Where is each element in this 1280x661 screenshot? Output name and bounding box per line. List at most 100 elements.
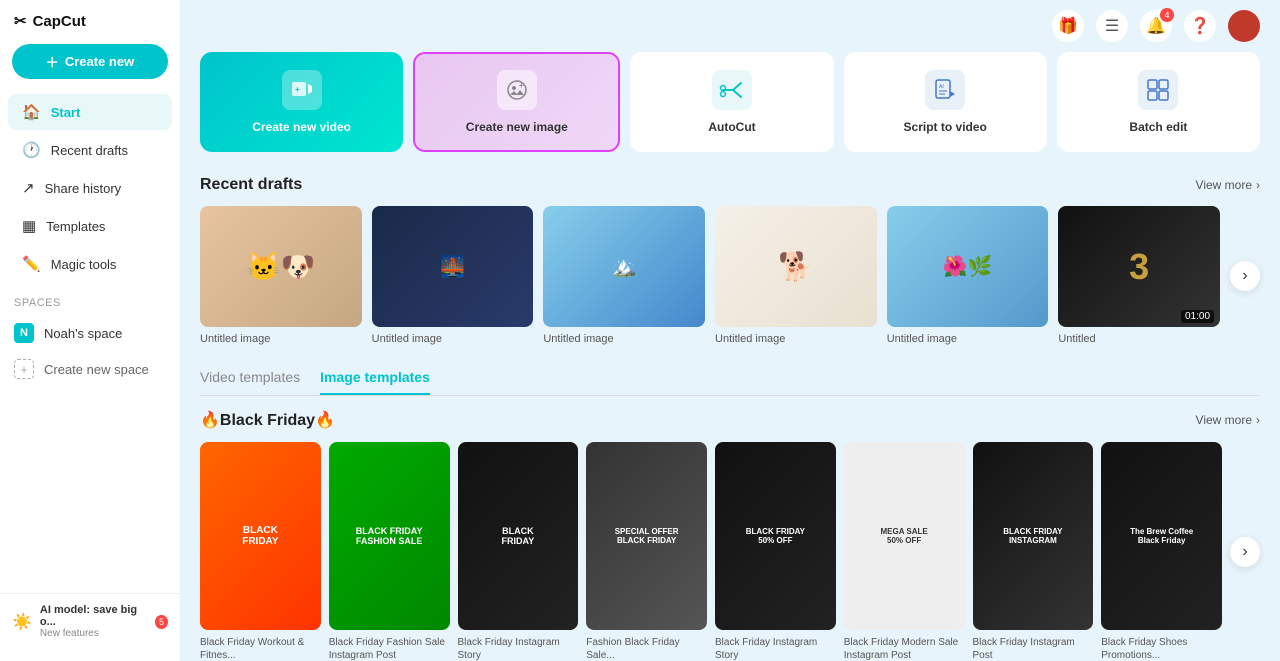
spaces-label: Spaces (0, 283, 180, 315)
create-new-button[interactable]: ＋ Create new (12, 44, 168, 79)
create-image-card[interactable]: + Create new image (413, 52, 620, 152)
template-card-1[interactable]: BLACKFRIDAY Black Friday Workout & Fitne… (200, 442, 321, 661)
templates-next-button[interactable]: › (1230, 537, 1260, 567)
autocut-card[interactable]: AutoCut (630, 52, 833, 152)
ai-banner-subtitle: New features (40, 628, 147, 639)
template-card-5[interactable]: BLACK FRIDAY50% OFF Black Friday Instagr… (715, 442, 836, 661)
template-thumb-6: MEGA SALE50% OFF (844, 442, 965, 630)
ai-banner-icon: ☀️ (12, 612, 32, 632)
template-thumb-3: BLACKFRIDAY (458, 442, 579, 630)
template-tabs: Video templates Image templates (200, 369, 1260, 396)
draft-label-5: Untitled image (887, 333, 1049, 345)
sidebar: ✂ CapCut ＋ Create new 🏠 Start 🕐 Recent d… (0, 0, 180, 661)
template-label-3: Black Friday Instagram Story (458, 636, 579, 661)
draft-card-6[interactable]: 3 01:00 Untitled (1058, 206, 1220, 345)
sidebar-item-templates[interactable]: ▦ Templates (8, 208, 172, 244)
batch-edit-label: Batch edit (1129, 120, 1187, 134)
template-label-8: Black Friday Shoes Promotions... (1101, 636, 1222, 661)
draft-label-1: Untitled image (200, 333, 362, 345)
script-to-video-card[interactable]: AI Script to video (844, 52, 1047, 152)
ai-banner-badge: 5 (155, 615, 168, 629)
recent-drafts-view-more[interactable]: View more › (1196, 178, 1260, 192)
recent-drafts-title: Recent drafts (200, 176, 302, 194)
tab-video-templates[interactable]: Video templates (200, 369, 300, 395)
draft-card-5[interactable]: 🌺🌿 Untitled image (887, 206, 1049, 345)
templates-view-more[interactable]: View more › (1196, 413, 1260, 427)
ai-banner-title: AI model: save big o... (40, 604, 147, 628)
batch-edit-card[interactable]: Batch edit (1057, 52, 1260, 152)
sidebar-item-magic-tools[interactable]: ✏️ Magic tools (8, 246, 172, 282)
gift-button[interactable]: 🎁 (1052, 10, 1084, 42)
templates-section-title: 🔥🔥Black Friday🔥Black Friday🔥 (200, 410, 335, 430)
template-label-5: Black Friday Instagram Story (715, 636, 836, 661)
draft-thumb-1: 🐱🐶 (200, 206, 362, 327)
clock-icon: 🕐 (22, 141, 41, 159)
draft-card-1[interactable]: 🐱🐶 Untitled image (200, 206, 362, 345)
recent-drafts-header: Recent drafts View more › (200, 176, 1260, 194)
template-thumb-5: BLACK FRIDAY50% OFF (715, 442, 836, 630)
template-label-7: Black Friday Instagram Post (973, 636, 1094, 661)
noah-space-label: Noah's space (44, 326, 122, 341)
logo-icon: ✂ (14, 12, 27, 30)
draft-card-2[interactable]: 🌉 Untitled image (372, 206, 534, 345)
main-content: 🎁 ☰ 🔔 4 ❓ + Create new video (180, 0, 1280, 661)
svg-text:AI: AI (939, 84, 944, 90)
drafts-row: 🐱🐶 Untitled image 🌉 Untitled image 🏔️ Un… (200, 206, 1260, 345)
template-thumb-2: BLACK FRIDAYFASHION SALE (329, 442, 450, 630)
template-thumb-1: BLACKFRIDAY (200, 442, 321, 630)
draft-label-2: Untitled image (372, 333, 534, 345)
create-plus-icon: ＋ (46, 52, 59, 71)
templates-icon: ▦ (22, 217, 36, 235)
sidebar-item-share-history[interactable]: ↗ Share history (8, 170, 172, 206)
template-card-7[interactable]: BLACK FRIDAYINSTAGRAM Black Friday Insta… (973, 442, 1094, 661)
create-image-icon: + (497, 70, 537, 110)
template-thumb-8: The Brew CoffeeBlack Friday (1101, 442, 1222, 630)
draft-label-4: Untitled image (715, 333, 877, 345)
quick-actions-bar: + Create new video + Create new image (200, 52, 1260, 152)
draft-card-3[interactable]: 🏔️ Untitled image (543, 206, 705, 345)
sidebar-item-recent-drafts[interactable]: 🕐 Recent drafts (8, 132, 172, 168)
autocut-label: AutoCut (708, 120, 755, 134)
bell-badge: 4 (1160, 8, 1174, 22)
create-space-label: Create new space (44, 362, 149, 377)
svg-text:+: + (519, 81, 524, 90)
draft-thumb-6: 3 01:00 (1058, 206, 1220, 327)
templates-row: BLACKFRIDAY Black Friday Workout & Fitne… (200, 442, 1260, 661)
template-card-6[interactable]: MEGA SALE50% OFF Black Friday Modern Sal… (844, 442, 965, 661)
noah-space-item[interactable]: N Noah's space (0, 315, 180, 351)
create-video-card[interactable]: + Create new video (200, 52, 403, 152)
templates-section-header: 🔥🔥Black Friday🔥Black Friday🔥 View more › (200, 410, 1260, 430)
drafts-next-button[interactable]: › (1230, 261, 1260, 291)
logo: ✂ CapCut (0, 12, 180, 44)
magic-icon: ✏️ (22, 255, 41, 273)
bell-button[interactable]: 🔔 4 (1140, 10, 1172, 42)
help-button[interactable]: ❓ (1184, 10, 1216, 42)
app-name: CapCut (33, 13, 86, 30)
template-card-3[interactable]: BLACKFRIDAY Black Friday Instagram Story (458, 442, 579, 661)
draft-card-4[interactable]: 🐕 Untitled image (715, 206, 877, 345)
script-to-video-label: Script to video (904, 120, 987, 134)
template-card-4[interactable]: SPECIAL OFFERBLACK FRIDAY Fashion Black … (586, 442, 707, 661)
template-card-8[interactable]: The Brew CoffeeBlack Friday Black Friday… (1101, 442, 1222, 661)
draft-label-6: Untitled (1058, 333, 1220, 345)
template-card-2[interactable]: BLACK FRIDAYFASHION SALE Black Friday Fa… (329, 442, 450, 661)
create-space-item[interactable]: + Create new space (0, 351, 180, 387)
noah-avatar: N (14, 323, 34, 343)
template-label-4: Fashion Black Friday Sale... (586, 636, 707, 661)
topbar: 🎁 ☰ 🔔 4 ❓ (200, 0, 1260, 52)
sidebar-item-start[interactable]: 🏠 Start (8, 94, 172, 130)
menu-button[interactable]: ☰ (1096, 10, 1128, 42)
svg-text:+: + (295, 85, 300, 94)
script-to-video-icon: AI (925, 70, 965, 110)
template-label-2: Black Friday Fashion Sale Instagram Post (329, 636, 450, 661)
user-avatar[interactable] (1228, 10, 1260, 42)
draft-thumb-2: 🌉 (372, 206, 534, 327)
ai-banner[interactable]: ☀️ AI model: save big o... New features … (0, 593, 180, 649)
draft-thumb-3: 🏔️ (543, 206, 705, 327)
draft-label-3: Untitled image (543, 333, 705, 345)
create-space-icon: + (14, 359, 34, 379)
tab-image-templates[interactable]: Image templates (320, 369, 430, 395)
share-icon: ↗ (22, 179, 35, 197)
template-label-6: Black Friday Modern Sale Instagram Post (844, 636, 965, 661)
create-video-icon: + (282, 70, 322, 110)
